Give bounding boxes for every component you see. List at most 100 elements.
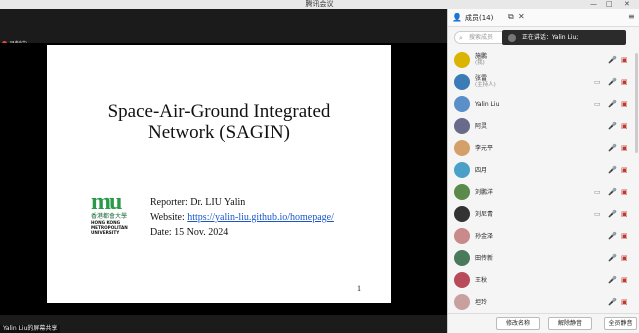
microphone-icon[interactable]: 🎤 bbox=[608, 78, 617, 86]
member-names: 四月 bbox=[475, 167, 487, 174]
member-row[interactable]: 孙金泽 🎤 ▣ bbox=[448, 225, 639, 247]
presentation-slide: Space-Air-Ground Integrated Network (SAG… bbox=[47, 45, 391, 303]
speaker-avatar bbox=[508, 33, 516, 42]
website-label: Website: bbox=[150, 212, 188, 223]
member-name: 田传新 bbox=[475, 254, 494, 262]
maximize-icon[interactable]: □ bbox=[606, 0, 613, 9]
member-row[interactable]: 王秋 🎤 ▣ bbox=[448, 269, 639, 291]
microphone-icon[interactable]: 🎤 bbox=[608, 210, 617, 218]
menu-icon[interactable]: ≡ bbox=[628, 12, 635, 21]
member-row[interactable]: 施鹏 (我) 🎤 ▣ bbox=[448, 49, 639, 71]
microphone-icon[interactable]: 🎤 bbox=[608, 232, 617, 240]
slide-title-line1: Space-Air-Ground Integrated bbox=[107, 101, 331, 122]
member-avatar bbox=[454, 184, 470, 200]
speaking-indicator: 正在讲话：Yalin Liu; bbox=[502, 30, 626, 45]
member-names: 孙金泽 bbox=[475, 233, 493, 240]
camera-icon[interactable]: ▣ bbox=[621, 56, 628, 64]
member-avatar bbox=[454, 250, 470, 266]
member-avatar bbox=[454, 294, 470, 310]
member-row[interactable]: 田传新 🎤 ▣ bbox=[448, 247, 639, 269]
members-title: 成员(14) bbox=[464, 13, 494, 22]
member-avatar bbox=[454, 52, 470, 68]
microphone-icon[interactable]: 🎤 bbox=[608, 276, 617, 284]
camera-icon[interactable]: ▣ bbox=[621, 100, 628, 108]
device-icon: ▭ bbox=[594, 78, 601, 86]
member-avatar bbox=[454, 118, 470, 134]
date-line: Date: 15 Nov. 2024 bbox=[150, 227, 229, 238]
members-panel-header: 👤 成员(14) ⧉ ✕ ≡ bbox=[448, 9, 639, 27]
microphone-icon[interactable]: 🎤 bbox=[608, 188, 617, 196]
member-names: 王秋 bbox=[475, 277, 487, 284]
camera-icon[interactable]: ▣ bbox=[621, 144, 628, 152]
camera-icon[interactable]: ▣ bbox=[621, 210, 628, 218]
microphone-icon[interactable]: 🎤 bbox=[608, 298, 617, 306]
camera-icon[interactable]: ▣ bbox=[621, 276, 628, 284]
reporter-line: Reporter: Dr. LIU Yalin bbox=[150, 197, 246, 208]
member-names: Yalin Liu bbox=[475, 101, 499, 108]
close-icon[interactable]: ✕ bbox=[624, 0, 630, 9]
slide-info-block: Reporter: Dr. LIU Yalin Website: https:/… bbox=[150, 195, 334, 240]
logo-mark: mu bbox=[91, 189, 122, 215]
camera-icon[interactable]: ▣ bbox=[621, 254, 628, 262]
member-row[interactable]: 刘尼青 ▭ 🎤 ▣ bbox=[448, 203, 639, 225]
member-name: 四月 bbox=[475, 166, 488, 174]
slide-page-number: 1 bbox=[357, 284, 361, 293]
member-role: (主持人) bbox=[475, 82, 496, 88]
member-row[interactable]: 李元平 🎤 ▣ bbox=[448, 137, 639, 159]
panel-close-icon[interactable]: ✕ bbox=[518, 12, 525, 21]
microphone-icon[interactable]: 🎤 bbox=[608, 166, 617, 174]
members-icon: 👤 bbox=[452, 13, 462, 22]
camera-icon[interactable]: ▣ bbox=[621, 122, 628, 130]
camera-icon[interactable]: ▣ bbox=[621, 78, 628, 86]
member-avatar bbox=[454, 206, 470, 222]
member-names: 刘鹏洋 bbox=[475, 189, 493, 196]
speaking-text: 正在讲话：Yalin Liu; bbox=[521, 34, 579, 41]
popout-icon[interactable]: ⧉ bbox=[508, 12, 514, 22]
screen-share-label: Yalin Liu的屏幕共享 bbox=[0, 325, 61, 333]
camera-icon[interactable]: ▣ bbox=[621, 188, 628, 196]
member-names: 刘尼青 bbox=[475, 211, 493, 218]
camera-icon[interactable]: ▣ bbox=[621, 166, 628, 174]
meeting-window: 腾讯会议 — □ ✕ 录制中 Space-Air-Ground Integrat… bbox=[0, 0, 639, 333]
member-row[interactable]: 刘鹏洋 ▭ 🎤 ▣ bbox=[448, 181, 639, 203]
member-names: 李元平 bbox=[475, 145, 493, 152]
logo-english-line3: UNIVERSITY bbox=[91, 230, 120, 235]
unmute-all-button[interactable]: 解除静音 bbox=[548, 317, 592, 330]
member-name: 刘尼青 bbox=[475, 210, 494, 218]
member-avatar bbox=[454, 140, 470, 156]
member-list-scrollbar[interactable] bbox=[635, 53, 638, 153]
website-link[interactable]: https://yalin-liu.github.io/homepage/ bbox=[187, 212, 334, 223]
member-row[interactable]: 张雷 (主持人) ▭ 🎤 ▣ bbox=[448, 71, 639, 93]
microphone-icon[interactable]: 🎤 bbox=[608, 254, 617, 262]
slide-title: Space-Air-Ground Integrated Network (SAG… bbox=[47, 101, 391, 143]
member-name: 孙金泽 bbox=[475, 232, 494, 240]
camera-icon[interactable]: ▣ bbox=[621, 232, 628, 240]
minimize-icon[interactable]: — bbox=[590, 0, 597, 9]
shared-screen-area: 录制中 Space-Air-Ground Integrated Network … bbox=[0, 9, 447, 333]
mute-all-button[interactable]: 全员静音 bbox=[604, 317, 637, 330]
rename-button[interactable]: 修改名称 bbox=[496, 317, 540, 330]
member-names: 施鹏 (我) bbox=[475, 53, 487, 67]
member-avatar bbox=[454, 74, 470, 90]
member-row[interactable]: 阿灵 🎤 ▣ bbox=[448, 115, 639, 137]
camera-icon[interactable]: ▣ bbox=[621, 298, 628, 306]
member-row[interactable]: 坦玲 🎤 ▣ bbox=[448, 291, 639, 313]
title-bar: 腾讯会议 — □ ✕ bbox=[0, 0, 639, 9]
microphone-icon[interactable]: 🎤 bbox=[608, 122, 617, 130]
device-icon: ▭ bbox=[594, 210, 601, 218]
member-list: 施鹏 (我) 🎤 ▣ 张雷 (主持人) ▭ 🎤 ▣ Yalin Liu ▭ 🎤 ▣ 阿灵 🎤 ▣ 李元平 🎤 ▣ 四月… bbox=[448, 49, 639, 313]
member-name: 刘鹏洋 bbox=[475, 188, 494, 196]
window-title: 腾讯会议 bbox=[305, 0, 334, 8]
member-name: Yalin Liu bbox=[475, 100, 500, 108]
microphone-icon[interactable]: 🎤 bbox=[608, 144, 617, 152]
member-row[interactable]: 四月 🎤 ▣ bbox=[448, 159, 639, 181]
member-row[interactable]: Yalin Liu ▭ 🎤 ▣ bbox=[448, 93, 639, 115]
microphone-icon[interactable]: 🎤 bbox=[608, 56, 617, 64]
member-name: 王秋 bbox=[475, 276, 488, 284]
member-role: (我) bbox=[475, 60, 485, 66]
members-panel-footer: 修改名称 解除静音 全员静音 bbox=[448, 313, 639, 333]
microphone-icon[interactable]: 🎤 bbox=[608, 100, 617, 108]
device-icon: ▭ bbox=[594, 100, 601, 108]
logo-chinese-name: 香港都會大學 bbox=[91, 213, 128, 220]
member-avatar bbox=[454, 228, 470, 244]
